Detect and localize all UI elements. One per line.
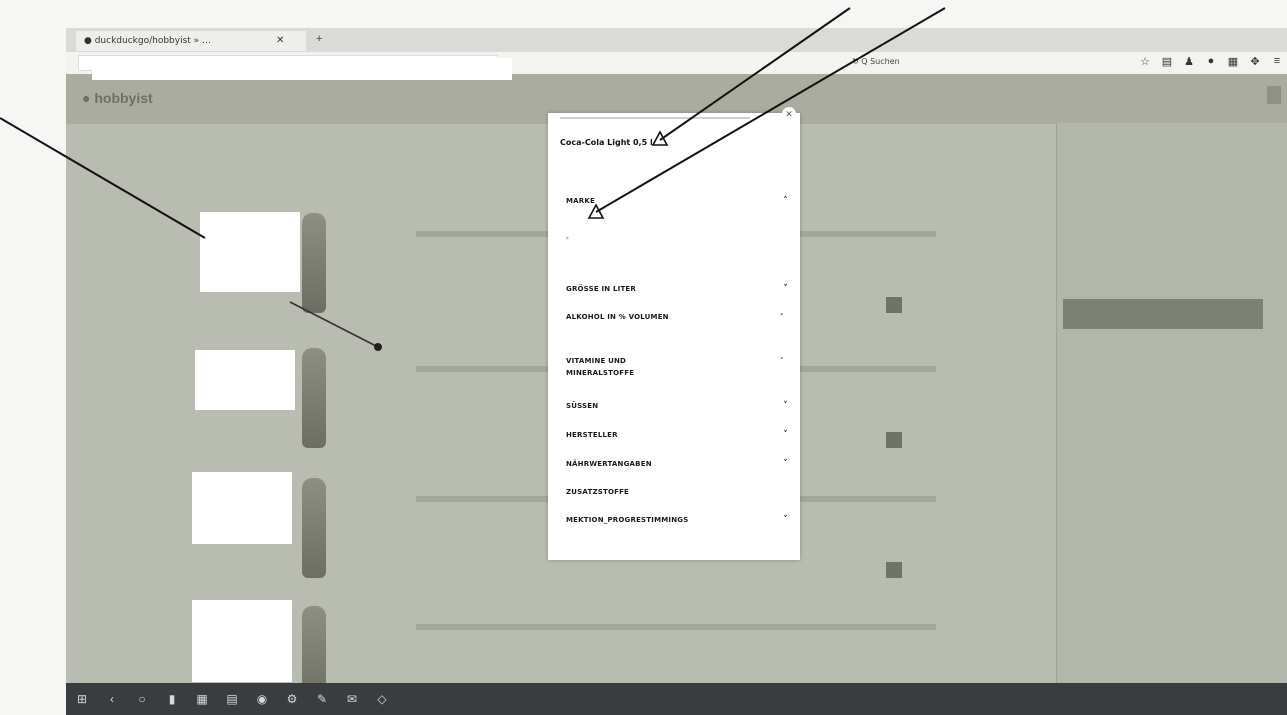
redaction-patch bbox=[92, 58, 512, 80]
filter-suessen[interactable]: SÜSSEN ˅ bbox=[566, 400, 788, 412]
chevron-down-icon[interactable]: ˅ bbox=[780, 355, 790, 367]
clipboard-icon[interactable]: ▤ bbox=[224, 692, 240, 706]
add-to-cart-button[interactable] bbox=[886, 432, 902, 448]
popup-title: Coca-Cola Light 0,5 l bbox=[560, 138, 653, 147]
settings-icon[interactable]: ⚙ bbox=[284, 692, 300, 706]
filter-naehrwerte[interactable]: NÄHRWERTANGABEN ˅ bbox=[566, 458, 788, 470]
product-image bbox=[302, 348, 326, 448]
product-description bbox=[416, 624, 936, 630]
filter-vitamine[interactable]: VITAMINE UND MINERALSTOFFE bbox=[566, 355, 676, 379]
chevron-down-icon[interactable]: ˅ bbox=[780, 311, 790, 323]
search-icon[interactable]: ○ bbox=[134, 692, 150, 706]
filter-label: VITAMINE UND MINERALSTOFFE bbox=[566, 357, 635, 377]
chevron-down-icon[interactable]: ˅ bbox=[783, 400, 788, 412]
product-image bbox=[302, 213, 326, 313]
chevron-up-icon[interactable]: ˄ bbox=[783, 195, 788, 207]
browser-tab-bar: ● duckduckgo/hobbyist » … ✕ + bbox=[66, 28, 1287, 52]
redaction-patch bbox=[195, 350, 295, 410]
header-menu-icon[interactable] bbox=[1267, 86, 1281, 104]
product-filter-popup: ✕ Coca-Cola Light 0,5 l MARKE ˄ ⸗ GRÖSSE… bbox=[548, 107, 800, 560]
filter-label: ALKOHOL IN % VOLUMEN bbox=[566, 313, 669, 321]
filter-marke[interactable]: MARKE ˄ bbox=[566, 195, 788, 207]
back-icon[interactable]: ‹ bbox=[104, 692, 120, 706]
site-logo[interactable]: ● hobbyist bbox=[82, 90, 153, 106]
calendar-icon[interactable]: ▦ bbox=[194, 692, 210, 706]
os-taskbar: ⊞ ‹ ○ ▮ ▦ ▤ ◉ ⚙ ✎ ✉ ◇ bbox=[66, 683, 1287, 715]
browser-tab[interactable]: ● duckduckgo/hobbyist » … ✕ bbox=[76, 31, 306, 51]
chevron-down-icon[interactable]: ˅ bbox=[783, 514, 788, 526]
filter-label: MARKE bbox=[566, 197, 595, 205]
add-to-cart-button[interactable] bbox=[886, 297, 902, 313]
filter-label: HERSTELLER bbox=[566, 431, 618, 439]
circle-icon[interactable]: ● bbox=[1205, 55, 1217, 68]
filter-groesse[interactable]: GRÖSSE IN LITER ˅ bbox=[566, 283, 788, 295]
close-icon[interactable]: ✕ bbox=[782, 107, 796, 121]
filter-label: ZUSATZSTOFFE bbox=[566, 488, 630, 496]
redaction-patch bbox=[200, 212, 300, 292]
tab-close-icon[interactable]: ✕ bbox=[276, 31, 284, 51]
bell-icon[interactable]: ♟ bbox=[1183, 55, 1195, 68]
reader-icon[interactable]: ▦ bbox=[1227, 55, 1239, 68]
filter-label: GRÖSSE IN LITER bbox=[566, 285, 636, 293]
browser-icon[interactable]: ◉ bbox=[254, 692, 270, 706]
filter-zusatzstoffe[interactable]: ZUSATZSTOFFE bbox=[566, 486, 788, 498]
extension-icon[interactable]: ✥ bbox=[1249, 55, 1261, 68]
redaction-patch bbox=[192, 600, 292, 682]
filter-mektion[interactable]: MEKTION_PROGRESTIMMINGS ˅ bbox=[566, 514, 788, 526]
new-tab-button[interactable]: + bbox=[316, 33, 322, 45]
chevron-down-icon[interactable]: ˅ bbox=[783, 429, 788, 441]
product-image bbox=[302, 478, 326, 578]
filter-label: SÜSSEN bbox=[566, 402, 599, 410]
add-to-cart-button[interactable] bbox=[886, 562, 902, 578]
browser-toolbar: ☆ ▤ ♟ ● ▦ ✥ ≡ bbox=[1139, 55, 1283, 68]
app-icon[interactable]: ◇ bbox=[374, 692, 390, 706]
popup-divider bbox=[560, 117, 750, 119]
menu-icon[interactable]: ≡ bbox=[1271, 55, 1283, 68]
tab-label: ● duckduckgo/hobbyist » … bbox=[84, 36, 212, 46]
chevron-down-icon[interactable]: ˅ bbox=[783, 458, 788, 470]
files-icon[interactable]: ▮ bbox=[164, 692, 180, 706]
filter-label: MEKTION_PROGRESTIMMINGS bbox=[566, 516, 689, 524]
bookmark-icon[interactable]: ▤ bbox=[1161, 55, 1173, 68]
filter-label: NÄHRWERTANGABEN bbox=[566, 460, 652, 468]
cart-sidebar bbox=[1056, 123, 1287, 683]
redaction-patch bbox=[192, 472, 292, 544]
filter-alkohol[interactable]: ALKOHOL IN % VOLUMEN bbox=[566, 311, 676, 323]
star-icon[interactable]: ☆ bbox=[1139, 55, 1151, 68]
checkout-button[interactable] bbox=[1063, 299, 1263, 329]
edit-icon[interactable]: ✎ bbox=[314, 692, 330, 706]
chevron-down-icon[interactable]: ˅ bbox=[783, 283, 788, 295]
filter-expanded-content: ⸗ bbox=[566, 233, 569, 242]
start-icon[interactable]: ⊞ bbox=[74, 692, 90, 706]
mail-icon[interactable]: ✉ bbox=[344, 692, 360, 706]
search-field-hint[interactable]: ↻ Q Suchen bbox=[852, 57, 900, 66]
filter-hersteller[interactable]: HERSTELLER ˅ bbox=[566, 429, 788, 441]
